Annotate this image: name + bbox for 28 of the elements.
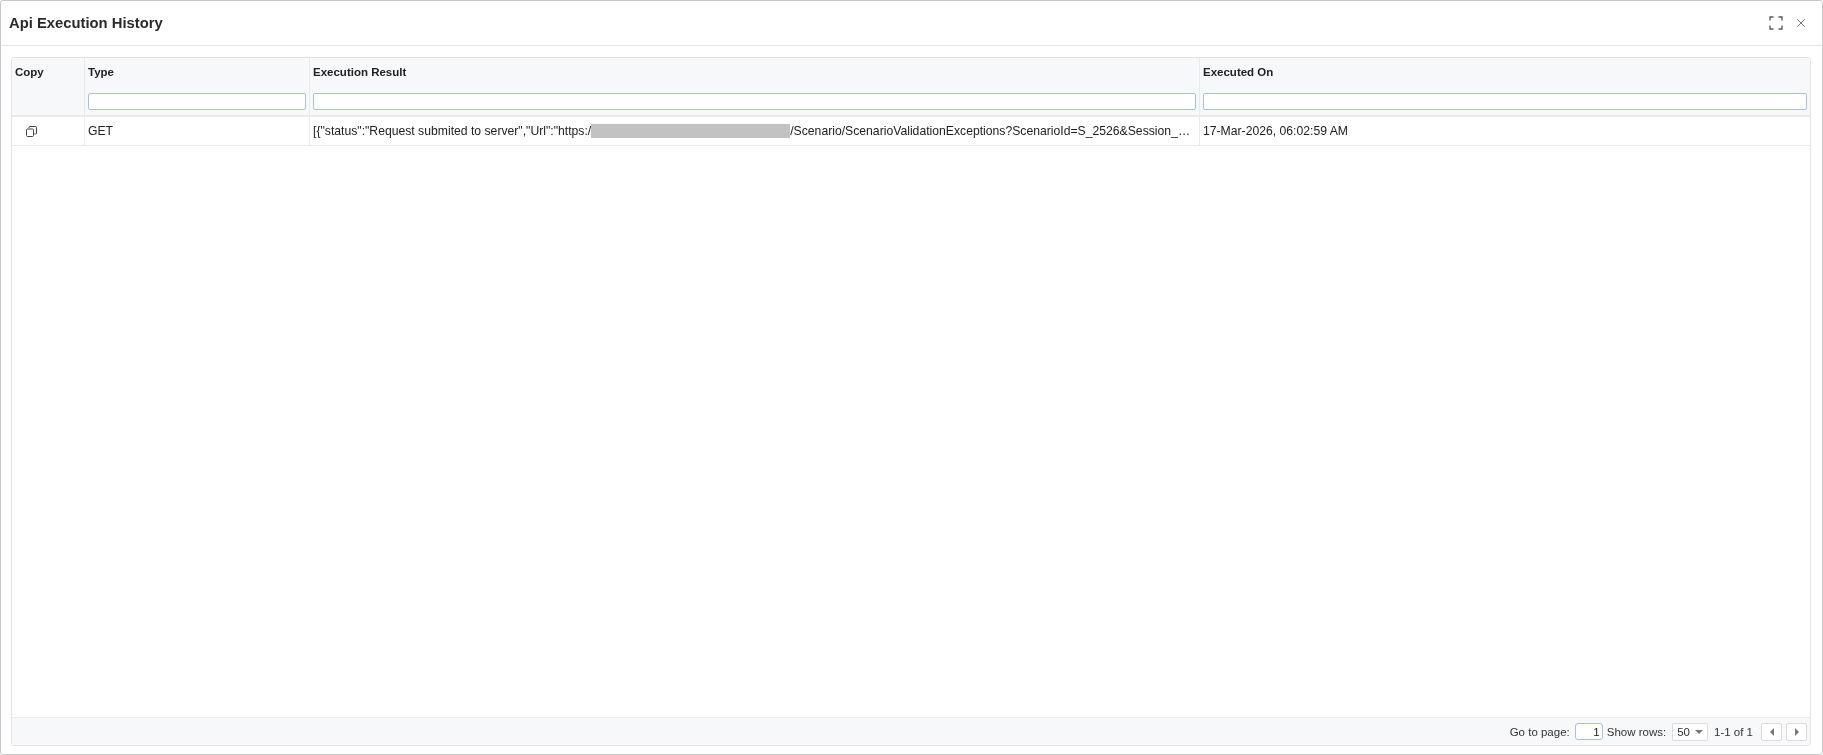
next-page-button[interactable] bbox=[1786, 722, 1807, 741]
column-header: Execution Result bbox=[313, 66, 407, 78]
result-text: /Scenario/ScenarioValidationExceptions?ScenarioId=S_2526&Session_… bbox=[790, 124, 1191, 138]
copy-button[interactable] bbox=[25, 125, 37, 137]
page-input[interactable]: 1 bbox=[1574, 723, 1603, 740]
filter-input[interactable] bbox=[88, 93, 306, 110]
column-header: Executed On bbox=[1203, 66, 1274, 78]
window-title: Api Execution History bbox=[9, 15, 163, 31]
column-header: Copy bbox=[15, 66, 44, 78]
rows-per-page-select[interactable]: 50 bbox=[1672, 722, 1708, 741]
fullscreen-button[interactable] bbox=[1769, 16, 1783, 30]
caret-right-icon bbox=[1793, 727, 1800, 736]
show-rows-label: Show rows: bbox=[1606, 725, 1667, 738]
result-text: [{"status":"Request submited to server","Url":"https:/ bbox=[313, 124, 592, 138]
column-header: Type bbox=[88, 66, 114, 78]
copy-icon bbox=[25, 125, 37, 137]
table-cell: 17-Mar-2026, 06:02:59 AM bbox=[1203, 124, 1348, 138]
close-icon bbox=[1794, 16, 1808, 30]
previous-page-button[interactable] bbox=[1761, 722, 1782, 741]
caret-left-icon bbox=[1768, 727, 1775, 736]
go-to-page-label: Go to page: bbox=[1509, 725, 1570, 738]
filter-input[interactable] bbox=[313, 93, 1196, 110]
filter-input[interactable] bbox=[1203, 93, 1807, 110]
fullscreen-icon bbox=[1769, 16, 1783, 30]
table-cell: GET bbox=[88, 124, 114, 138]
close-button[interactable] bbox=[1794, 16, 1808, 30]
caret-down-icon bbox=[1695, 729, 1703, 734]
page-range: 1-1 of 1 bbox=[1714, 725, 1753, 738]
